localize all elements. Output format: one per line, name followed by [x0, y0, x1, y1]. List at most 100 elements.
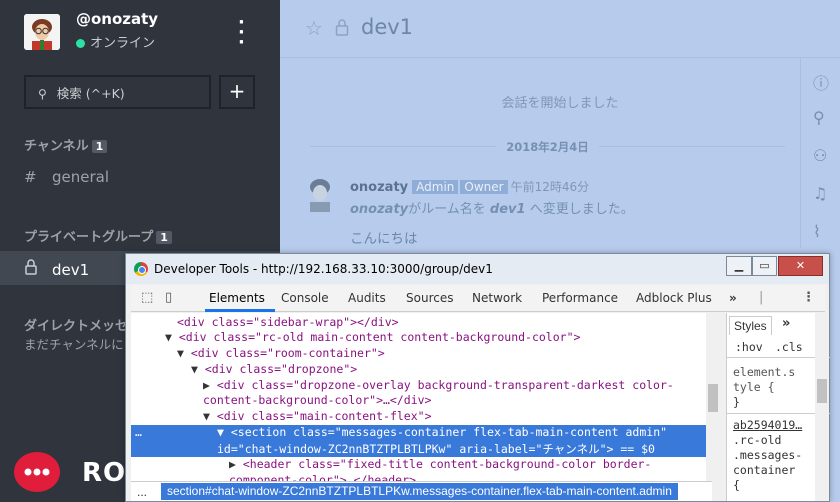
dom-node-text: <div class="dropzone-overlay background-… — [216, 378, 674, 392]
dom-node-text: <div class="room-container"> — [190, 346, 385, 360]
dom-node-selected-cont: id="chat-window-ZC2nnBTZTPLBTLPKw" aria-… — [131, 441, 709, 457]
devtools-window: Developer Tools - http://192.168.33.10:3… — [125, 253, 830, 502]
style-selector-3: container — [733, 463, 796, 477]
tab-console[interactable]: Console — [281, 291, 329, 305]
dom-node-cont: content-background-color">…</div> — [131, 393, 709, 407]
dom-node-text: <div class="rc-old main-content content-… — [178, 330, 581, 344]
style-selector-4: { — [733, 478, 740, 492]
tab-elements[interactable]: Elements — [209, 291, 265, 305]
element-breadcrumb: ... section#chat-window-ZC2nnBTZTPLBTLPK… — [131, 481, 712, 501]
hov-toggle[interactable]: :hov — [735, 340, 763, 354]
devtools-menu-icon[interactable]: ⋮ — [802, 290, 815, 305]
dom-node[interactable]: ▼ <div class="rc-old main-content conten… — [131, 330, 709, 344]
bell-icon[interactable]: ♫ — [813, 184, 827, 203]
role-badge: Owner — [460, 180, 508, 194]
maximize-button[interactable]: ▭ — [752, 256, 777, 276]
dom-node[interactable]: ▶ <div class="dropzone-overlay backgroun… — [131, 378, 709, 392]
body-mid: がルーム名を — [408, 202, 486, 217]
private-section-title: プライベートグループ 1 — [24, 226, 172, 245]
more-tabs-button[interactable]: » — [729, 291, 737, 305]
create-new-button[interactable]: + — [219, 75, 255, 109]
tab-performance[interactable]: Performance — [542, 291, 618, 305]
body-end: へ変更しました。 — [525, 202, 634, 217]
paperclip-icon[interactable]: ⌇ — [813, 222, 821, 241]
message-body: onozatyがルーム名を dev1 へ変更しました。 — [350, 198, 634, 217]
user-status[interactable]: オンライン — [76, 32, 155, 51]
device-toolbar-icon[interactable]: ▯ — [165, 290, 172, 305]
dom-node[interactable]: ▶ <header class="fixed-title content-bac… — [131, 457, 709, 471]
tab-audits[interactable]: Audits — [348, 291, 386, 305]
lock-icon — [335, 18, 349, 41]
element-style: element.s — [733, 365, 796, 379]
body-room: dev1 — [489, 202, 526, 217]
element-style-2: tyle { — [733, 380, 775, 394]
minimize-button[interactable]: ▁ — [726, 256, 752, 276]
private-title: プライベートグループ — [24, 230, 154, 245]
dom-node-selected[interactable]: … ▼ <section class="messages-container fl… — [131, 425, 709, 441]
devtools-toolbar: ⬚ ▯ Elements Console Audits Sources Netw… — [131, 285, 825, 312]
dom-node-text: <div class="sidebar-wrap"></div> — [177, 315, 399, 329]
tab-network[interactable]: Network — [472, 291, 522, 305]
close-button[interactable]: ✕ — [778, 256, 823, 276]
role-badge: Admin — [412, 180, 459, 194]
date-text: 2018年2月4日 — [496, 140, 599, 154]
hash-icon: # — [24, 168, 37, 186]
devtools-title: Developer Tools - http://192.168.33.10:3… — [154, 262, 493, 276]
sidebar-item-label: dev1 — [52, 261, 90, 279]
rocketchat-logo-icon — [14, 452, 60, 492]
channels-section-title: チャンネル 1 — [24, 135, 108, 154]
status-text: オンライン — [90, 36, 156, 51]
style-selector-1: .rc-old — [733, 433, 782, 447]
dom-node-text: <section class="messages-container flex-… — [230, 425, 668, 439]
message-body-2: こんにちは — [350, 231, 418, 247]
element-style-3: } — [733, 395, 740, 409]
dom-scrollbar-thumb[interactable] — [708, 384, 718, 412]
user-avatar[interactable] — [24, 14, 60, 50]
direct-empty-text: まだチャンネルに — [24, 337, 124, 352]
dom-node-text: <header class="fixed-title content-backg… — [242, 457, 652, 471]
search-icon: ⚲ — [38, 87, 47, 101]
dom-node[interactable]: ▼ <div class="dropzone"> — [131, 362, 709, 376]
body-user: onozaty — [350, 202, 409, 217]
room-title: dev1 — [361, 15, 414, 39]
kebab-menu-icon[interactable]: · · · — [238, 14, 245, 52]
star-icon[interactable]: ☆ — [305, 16, 323, 40]
tab-sources[interactable]: Sources — [406, 291, 453, 305]
logo-text: RO — [82, 458, 127, 488]
lock-icon — [24, 259, 44, 279]
breadcrumb-selected[interactable]: section#chat-window-ZC2nnBTZTPLBTLPKw.me… — [161, 483, 678, 500]
username[interactable]: @onozaty — [76, 10, 158, 28]
message-header: onozaty Admin Owner 午前12時46分 — [350, 178, 589, 195]
dom-node[interactable]: <div class="sidebar-wrap"></div> — [131, 315, 709, 329]
dom-node[interactable]: ▼ <div class="room-container"> — [131, 346, 709, 360]
styles-scrollbar[interactable] — [815, 313, 829, 501]
sidebar-item-label: general — [52, 168, 110, 186]
private-count: 1 — [156, 231, 172, 244]
system-message: 会話を開始しました — [501, 96, 619, 111]
style-source-link[interactable]: ab2594019… — [733, 418, 802, 432]
message-author[interactable]: onozaty — [350, 180, 408, 195]
tab-styles[interactable]: Styles — [729, 316, 772, 335]
message-avatar[interactable] — [306, 176, 334, 212]
breadcrumb-more[interactable]: ... — [137, 485, 147, 499]
active-tab-indicator — [205, 309, 275, 312]
tab-adblock-plus[interactable]: Adblock Plus — [636, 291, 712, 305]
styles-scrollbar-thumb[interactable] — [817, 379, 827, 403]
more-panes-button[interactable]: » — [782, 316, 790, 331]
dom-node[interactable]: ▼ <div class="main-content-flex"> — [131, 409, 709, 423]
sidebar-item-dev1[interactable]: dev1 — [24, 259, 89, 279]
devtools-titlebar[interactable]: Developer Tools - http://192.168.33.10:3… — [126, 254, 829, 284]
cls-toggle[interactable]: .cls — [775, 340, 803, 354]
inspect-element-icon[interactable]: ⬚ — [141, 290, 153, 305]
sidebar-item-general[interactable]: # general — [24, 168, 109, 186]
channels-title: チャンネル — [24, 139, 89, 154]
dom-node-text: <div class="main-content-flex"> — [216, 409, 432, 423]
dom-node-text: content-background-color">…</div> — [203, 393, 432, 407]
info-icon[interactable]: ⓘ — [813, 70, 829, 94]
channels-count: 1 — [91, 140, 108, 153]
styles-pane: :hov .cls element.s tyle { } ab2594019… … — [726, 313, 830, 501]
members-icon[interactable]: ⚇ — [813, 146, 827, 165]
search-input[interactable]: ⚲ 検索 (^+K) — [24, 75, 211, 109]
dom-node-text: <div class="dropzone"> — [204, 362, 358, 376]
divider: | — [759, 290, 764, 305]
